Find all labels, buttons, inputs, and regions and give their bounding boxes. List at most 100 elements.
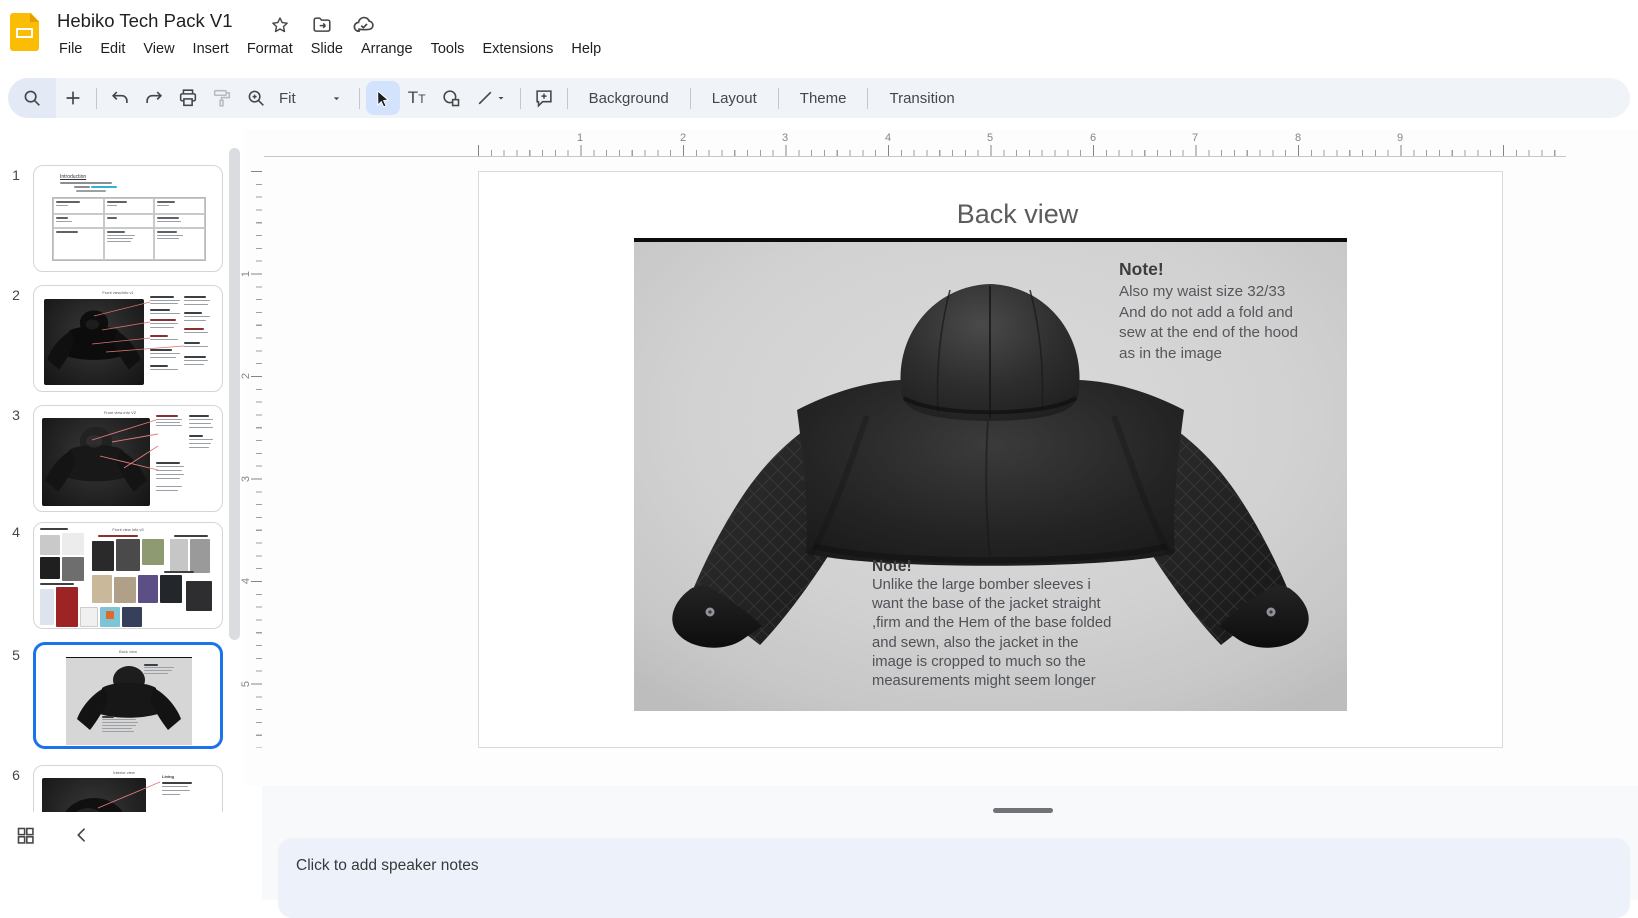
mini-back-view-image [66,657,192,745]
reference-photo [92,575,112,603]
line-tool-button[interactable] [468,81,514,115]
paint-roller-icon [211,87,233,109]
reference-photo [40,589,54,625]
mini-table [52,197,206,261]
speaker-notes-placeholder[interactable]: Click to add speaker notes [296,857,479,875]
insert-comment-button[interactable] [527,81,561,115]
slide-thumbnail-5[interactable]: Back view [33,642,223,749]
mini-slide-title: Introduction [60,174,86,180]
slide-filmstrip: 1 2 3 4 5 6 Introduction [0,130,244,812]
reference-photo [62,557,84,581]
redo-icon [143,87,165,109]
folder-move-icon [311,14,333,36]
reference-photo [160,575,182,603]
menu-tools[interactable]: Tools [422,38,474,62]
print-button[interactable] [171,81,205,115]
note-body: Unlike the large bomber sleeves i want t… [872,576,1140,691]
slide-thumbnail-1[interactable]: Introduction [33,165,223,272]
mini-slide-title: Back view [36,649,220,654]
h-ruler-number: 9 [1397,132,1403,144]
move-button[interactable] [310,13,334,37]
cursor-arrow-icon [372,88,393,109]
v-ruler-number: 2 [240,373,252,379]
slide-thumbnail-4[interactable]: Front view info v3 [33,522,223,629]
reference-photo [92,541,114,571]
note-body: Also my waist size 32/33 And do not add … [1119,282,1339,364]
text-box-icon: TT [408,88,426,108]
filmstrip-footer [0,812,244,900]
new-slide-button[interactable] [56,81,90,115]
mini-annotation-lines [34,286,223,392]
star-button[interactable] [268,13,292,37]
h-ruler-number: 4 [885,132,891,144]
comment-plus-icon [533,87,555,109]
background-button[interactable]: Background [574,90,684,107]
menu-insert[interactable]: Insert [184,38,238,62]
save-status-button[interactable] [352,13,376,37]
horizontal-ruler-baseline [264,156,1566,157]
v-ruler-number: 1 [240,271,252,277]
menu-edit[interactable]: Edit [91,38,134,62]
caret-down-icon [495,92,507,104]
reference-photo [190,539,210,573]
main-toolbar: Fit TT Background Layout Theme Transitio… [8,78,1630,118]
speaker-notes-panel[interactable]: Click to add speaker notes [278,838,1630,918]
layout-button[interactable]: Layout [697,90,772,107]
horizontal-ruler-ticks [478,145,1566,156]
slide-thumbnail-2[interactable]: Front view/info v1 [33,285,223,392]
reference-photo [186,581,212,611]
zoom-select[interactable]: Fit [273,90,353,107]
shape-tool-button[interactable] [434,81,468,115]
slide-page[interactable]: Back view [478,171,1503,748]
mini-annotation-lines [34,406,223,512]
menu-slide[interactable]: Slide [302,38,352,62]
h-ruler-number: 2 [680,132,686,144]
reference-photo [62,533,84,555]
filmstrip-scrollbar[interactable] [229,148,240,640]
menu-view[interactable]: View [134,38,183,62]
h-ruler-number: 3 [782,132,788,144]
menu-format[interactable]: Format [238,38,302,62]
slide-title-textbox[interactable]: Back view [506,199,1529,230]
zoom-button[interactable] [239,81,273,115]
chevron-left-icon [72,825,92,845]
text-box-tool-button[interactable]: TT [400,81,434,115]
grid-view-button[interactable] [13,823,37,847]
paint-format-button[interactable] [205,81,239,115]
line-icon [475,88,495,108]
v-ruler-number: 5 [240,681,252,687]
slide-thumbnail-3[interactable]: Front view info V2 [33,405,223,512]
menu-file[interactable]: File [50,38,91,62]
slides-logo-icon[interactable] [10,13,39,51]
document-title[interactable]: Hebiko Tech Pack V1 [57,10,233,32]
collapse-filmstrip-button[interactable] [70,823,94,847]
logo-fold [30,13,39,22]
note-textbox-top[interactable]: Note! Also my waist size 32/33 And do no… [1119,259,1339,364]
menu-help[interactable]: Help [562,38,610,62]
select-tool-button[interactable] [366,81,400,115]
search-menus-button[interactable] [8,78,56,118]
menu-extensions[interactable]: Extensions [473,38,562,62]
reference-photo [114,577,136,603]
search-icon [21,87,43,109]
printer-icon [177,87,199,109]
star-icon [270,15,290,35]
undo-button[interactable] [103,81,137,115]
note-textbox-bottom[interactable]: Note! Unlike the large bomber sleeves i … [872,558,1140,691]
speaker-notes-resize-handle[interactable] [993,808,1053,813]
note-heading: Note! [1119,259,1339,280]
reference-photo [106,611,114,619]
slide-number: 5 [6,647,26,663]
redo-button[interactable] [137,81,171,115]
reference-photo [138,575,158,603]
h-ruler-number: 6 [1090,132,1096,144]
top-bar: Hebiko Tech Pack V1 File Edit View Inser… [0,0,1638,64]
menu-arrange[interactable]: Arrange [352,38,422,62]
theme-button[interactable]: Theme [785,90,862,107]
transition-button[interactable]: Transition [874,90,969,107]
slide-number: 1 [6,167,26,183]
mini-annotation-lines [34,766,223,812]
slide-thumbnail-6[interactable]: Interior view Lining [33,765,223,812]
slide-number: 6 [6,767,26,783]
grid-view-icon [15,825,36,846]
